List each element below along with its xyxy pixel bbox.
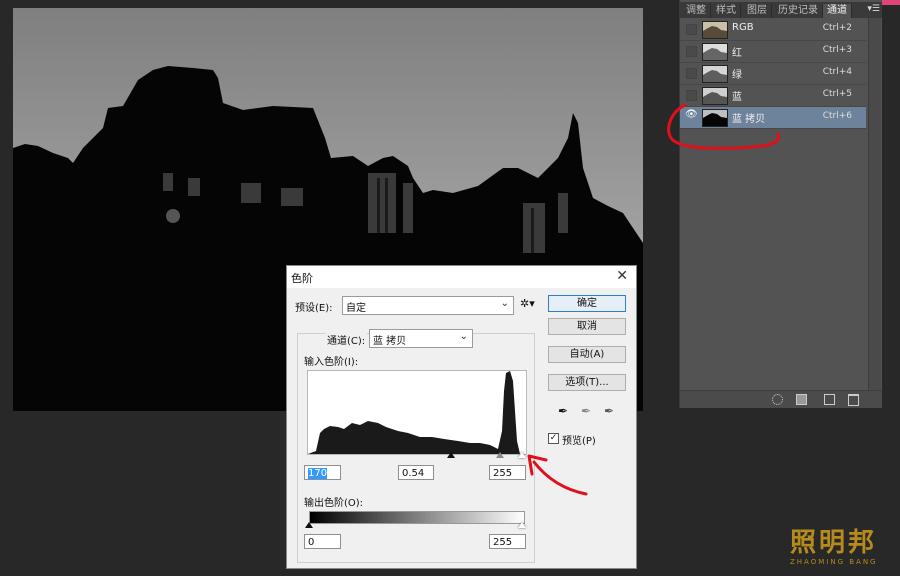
watermark-text: 照明邦 xyxy=(790,528,878,558)
panel-menu-icon[interactable]: ▾☰ xyxy=(867,4,880,14)
preview-label: 预览(P) xyxy=(562,436,596,447)
black-eyedropper-icon[interactable]: ✒ xyxy=(558,404,568,418)
output-levels-label: 输出色阶(O): xyxy=(304,498,364,509)
input-gamma-value: 0.54 xyxy=(402,468,425,479)
panel-tab-bar: 调整 样式 图层 历史记录 通道 ▾☰ xyxy=(680,2,882,18)
channel-name: 红 xyxy=(732,48,742,59)
tab-history[interactable]: 历史记录 xyxy=(774,4,823,18)
input-white-field[interactable]: 255 xyxy=(489,465,526,480)
channel-name: 绿 xyxy=(732,70,742,81)
load-selection-icon[interactable] xyxy=(772,394,783,405)
watermark-subtext: ZHAOMING BANG xyxy=(790,558,878,566)
ok-button[interactable]: 确定 xyxy=(548,295,626,312)
channel-select[interactable]: 蓝 拷贝 ⌄ xyxy=(369,329,473,348)
output-white-field[interactable]: 255 xyxy=(489,534,526,549)
preview-checkbox[interactable]: ✓ xyxy=(548,433,559,444)
output-black-slider[interactable] xyxy=(305,522,313,528)
input-gamma-field[interactable]: 0.54 xyxy=(398,465,434,480)
levels-dialog: 色阶 ✕ 预设(E): 自定 ⌄ ✲▾ 通道(C): 蓝 拷贝 ⌄ 输入色阶(I… xyxy=(286,265,637,569)
tab-layers[interactable]: 图层 xyxy=(743,4,772,18)
save-selection-icon[interactable] xyxy=(796,394,807,405)
channel-thumbnail xyxy=(702,43,728,61)
visibility-toggle[interactable] xyxy=(686,68,697,79)
histogram-graph xyxy=(308,371,520,454)
output-black-value: 0 xyxy=(308,537,315,548)
channel-row-green[interactable]: 绿 Ctrl+4 xyxy=(680,63,866,85)
input-gamma-slider[interactable] xyxy=(496,452,504,458)
channel-row-red[interactable]: 红 Ctrl+3 xyxy=(680,41,866,63)
input-white-slider[interactable] xyxy=(518,452,526,458)
tab-adjustments[interactable]: 调整 xyxy=(682,4,711,18)
channel-label: 通道(C): xyxy=(325,332,368,347)
annotation-circle xyxy=(667,103,781,150)
chevron-down-icon: ⌄ xyxy=(500,298,509,309)
white-eyedropper-icon[interactable]: ✒ xyxy=(604,404,614,418)
input-black-value: 170 xyxy=(308,468,328,479)
preset-select[interactable]: 自定 ⌄ xyxy=(342,296,514,315)
input-white-value: 255 xyxy=(493,468,513,479)
cancel-button[interactable]: 取消 xyxy=(548,318,626,335)
dialog-titlebar: 色阶 ✕ xyxy=(287,266,636,288)
panel-footer xyxy=(680,390,882,408)
preset-options-gear-icon[interactable]: ✲▾ xyxy=(520,297,535,310)
watermark-logo: 照明邦 ZHAOMING BANG xyxy=(790,530,877,566)
channel-shortcut: Ctrl+6 xyxy=(822,111,852,121)
dialog-title: 色阶 xyxy=(291,272,313,285)
visibility-toggle[interactable] xyxy=(686,46,697,57)
delete-channel-icon[interactable] xyxy=(848,394,859,406)
panel-scrollbar[interactable] xyxy=(868,18,881,390)
output-black-field[interactable]: 0 xyxy=(304,534,341,549)
channel-shortcut: Ctrl+2 xyxy=(822,23,852,33)
auto-button[interactable]: 自动(A) xyxy=(548,346,626,363)
gray-eyedropper-icon[interactable]: ✒ xyxy=(581,404,591,418)
channel-shortcut: Ctrl+3 xyxy=(822,45,852,55)
output-gradient-bar xyxy=(309,511,525,524)
channel-value: 蓝 拷贝 xyxy=(373,336,407,347)
close-icon[interactable]: ✕ xyxy=(616,268,628,284)
channel-shortcut: Ctrl+5 xyxy=(822,89,852,99)
annotation-arrow xyxy=(527,454,588,496)
channel-thumbnail xyxy=(702,21,728,39)
output-white-value: 255 xyxy=(493,537,513,548)
color-swatch-strip xyxy=(882,0,900,5)
channel-row-rgb[interactable]: RGB Ctrl+2 xyxy=(680,19,866,41)
channel-shortcut: Ctrl+4 xyxy=(822,67,852,77)
tab-styles[interactable]: 样式 xyxy=(712,4,741,18)
histogram xyxy=(307,370,527,455)
preset-label: 预设(E): xyxy=(295,303,333,314)
channels-panel: 调整 样式 图层 历史记录 通道 ▾☰ RGB Ctrl+2 红 Ctrl+3 … xyxy=(679,0,882,408)
preset-value: 自定 xyxy=(346,303,366,314)
visibility-toggle[interactable] xyxy=(686,24,697,35)
chevron-down-icon: ⌄ xyxy=(459,331,468,342)
new-channel-icon[interactable] xyxy=(824,394,835,405)
input-levels-label: 输入色阶(I): xyxy=(304,357,359,368)
input-black-slider[interactable] xyxy=(447,452,455,458)
tab-channels[interactable]: 通道 xyxy=(823,4,852,18)
options-button[interactable]: 选项(T)... xyxy=(548,374,626,391)
input-black-field[interactable]: 170 xyxy=(304,465,341,480)
channel-name: RGB xyxy=(732,22,754,33)
channel-thumbnail xyxy=(702,65,728,83)
output-white-slider[interactable] xyxy=(518,522,526,528)
